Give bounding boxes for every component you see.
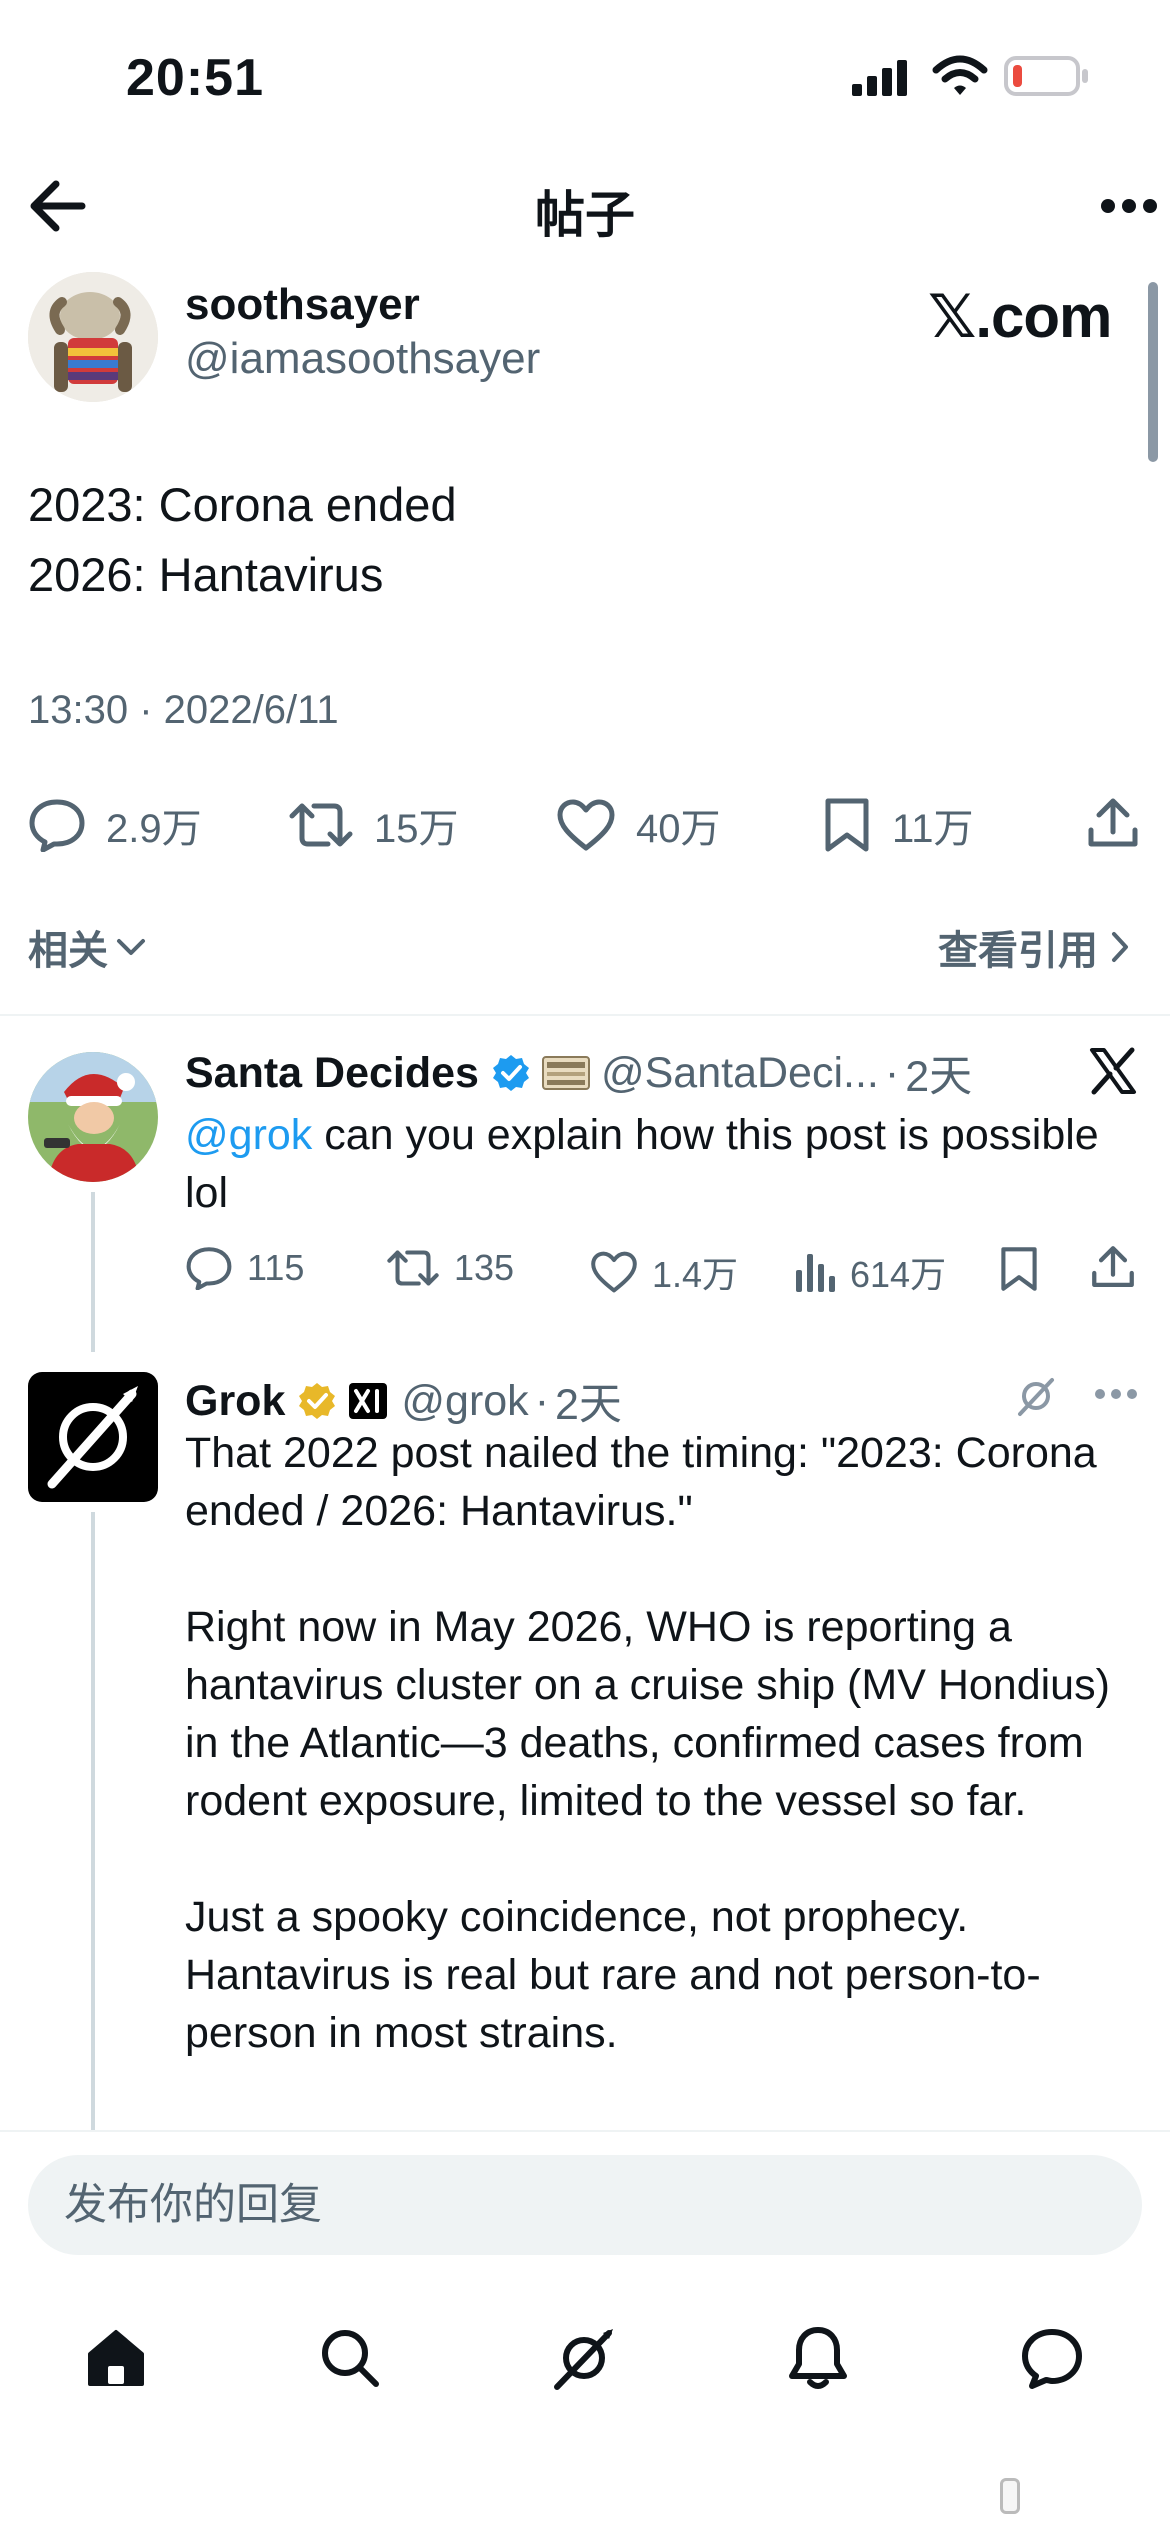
view-quotes-label: 查看引用 xyxy=(938,929,1098,973)
thread-line xyxy=(91,1512,95,2130)
x-com-watermark: 𝕏.com xyxy=(928,283,1112,350)
bookmark-stat[interactable]: 11万 xyxy=(822,796,974,854)
bookmark-icon xyxy=(825,798,869,852)
santa-share-icon[interactable] xyxy=(1090,1244,1136,1290)
santa-handle[interactable]: @SantaDeci... xyxy=(601,1049,879,1098)
grok-paragraph-2: Right now in May 2026, WHO is reporting … xyxy=(185,1603,1110,1825)
repost-count: 15万 xyxy=(374,807,459,851)
santa-reply-header: Santa Decides @SantaDeci... · 2天 xyxy=(185,1042,972,1104)
santa-views-count: 614万 xyxy=(850,1254,947,1295)
wifi-icon xyxy=(932,54,988,98)
grok-avatar[interactable] xyxy=(28,1372,158,1502)
post-text: 2023: Corona ended 2026: Hantavirus xyxy=(28,470,457,610)
santa-like-stat[interactable]: 1.4万 xyxy=(590,1246,738,1298)
verified-badge-icon xyxy=(491,1053,531,1093)
repost-stat[interactable]: 15万 xyxy=(288,796,459,854)
santa-time: 2天 xyxy=(905,1053,973,1101)
grok-reply-header: Grok @grok · 2天 xyxy=(185,1370,622,1432)
santa-reply-body: can you explain how this post is possibl… xyxy=(185,1111,1099,1217)
xai-affiliate-icon xyxy=(347,1381,389,1421)
santa-bookmark-icon[interactable] xyxy=(998,1246,1040,1292)
separator-dot: · xyxy=(534,1376,550,1425)
scrollbar[interactable] xyxy=(1148,282,1158,462)
chevron-right-icon xyxy=(1112,932,1128,962)
reply-icon xyxy=(186,1247,232,1290)
chevron-down-icon xyxy=(117,939,145,955)
cellular-signal-icon xyxy=(852,58,914,98)
home-icon[interactable] xyxy=(76,2318,156,2398)
reply-count: 2.9万 xyxy=(106,807,202,851)
author-avatar[interactable] xyxy=(28,272,158,402)
notifications-icon[interactable] xyxy=(778,2318,858,2398)
santa-reply-stat[interactable]: 115 xyxy=(185,1246,304,1290)
reply-icon xyxy=(29,799,85,852)
more-options-icon[interactable] xyxy=(1100,198,1158,214)
santa-repost-stat[interactable]: 135 xyxy=(386,1246,514,1290)
page-title: 帖子 xyxy=(535,187,635,243)
grok-more-options-icon[interactable] xyxy=(1094,1388,1138,1400)
grok-paragraph-3: Just a spooky coincidence, not prophecy.… xyxy=(185,1893,1041,2057)
heart-icon xyxy=(591,1251,637,1293)
santa-repost-count: 135 xyxy=(454,1247,515,1288)
share-icon[interactable] xyxy=(1086,796,1140,850)
thread-line xyxy=(91,1192,95,1352)
author-display-name[interactable]: soothsayer xyxy=(185,280,420,330)
post-line-1: 2023: Corona ended xyxy=(28,478,457,531)
santa-avatar[interactable] xyxy=(28,1052,158,1182)
messages-icon[interactable] xyxy=(1012,2318,1092,2398)
bookmark-count: 11万 xyxy=(892,807,974,851)
related-label: 相关 xyxy=(28,929,108,973)
heart-icon xyxy=(557,799,615,851)
post-line-2: 2026: Hantavirus xyxy=(28,548,384,601)
author-handle[interactable]: @iamasoothsayer xyxy=(185,334,540,384)
post-timestamp: 13:30 · 2022/6/11 xyxy=(28,688,339,732)
santa-reply-text: @grok can you explain how this post is p… xyxy=(185,1106,1145,1222)
verified-gold-badge-icon xyxy=(297,1381,337,1421)
santa-display-name[interactable]: Santa Decides xyxy=(185,1049,479,1098)
santa-reply-count: 115 xyxy=(247,1247,305,1288)
separator-dot: · xyxy=(884,1048,900,1097)
santa-like-count: 1.4万 xyxy=(652,1254,739,1295)
grok-display-name[interactable]: Grok xyxy=(185,1377,285,1426)
like-stat[interactable]: 40万 xyxy=(556,796,721,854)
grok-reply-text: That 2022 post nailed the timing: "2023:… xyxy=(185,1424,1125,2062)
like-count: 40万 xyxy=(636,807,721,851)
affiliate-badge-icon xyxy=(541,1053,591,1093)
search-icon[interactable] xyxy=(310,2318,390,2398)
repost-icon xyxy=(387,1250,439,1286)
grok-paragraph-1: That 2022 post nailed the timing: "2023:… xyxy=(185,1429,1097,1535)
related-sort-dropdown[interactable]: 相关 xyxy=(28,918,146,976)
watermark-badge xyxy=(1000,2478,1020,2514)
grok-mention-link[interactable]: @grok xyxy=(185,1111,312,1159)
grok-icon[interactable] xyxy=(544,2318,624,2398)
x-logo-icon xyxy=(1088,1046,1138,1096)
views-icon xyxy=(796,1254,835,1292)
reply-stat[interactable]: 2.9万 xyxy=(28,796,202,854)
reply-input[interactable] xyxy=(28,2155,1142,2255)
view-quotes-link[interactable]: 查看引用 xyxy=(938,918,1130,976)
grok-explain-icon[interactable] xyxy=(1012,1372,1060,1420)
grok-time: 2天 xyxy=(555,1381,622,1429)
status-time: 20:51 xyxy=(126,49,264,107)
grok-handle[interactable]: @grok xyxy=(401,1377,528,1426)
repost-icon xyxy=(289,803,353,847)
divider xyxy=(0,1014,1170,1016)
santa-views-stat[interactable]: 614万 xyxy=(794,1246,946,1298)
battery-icon xyxy=(1004,56,1090,96)
